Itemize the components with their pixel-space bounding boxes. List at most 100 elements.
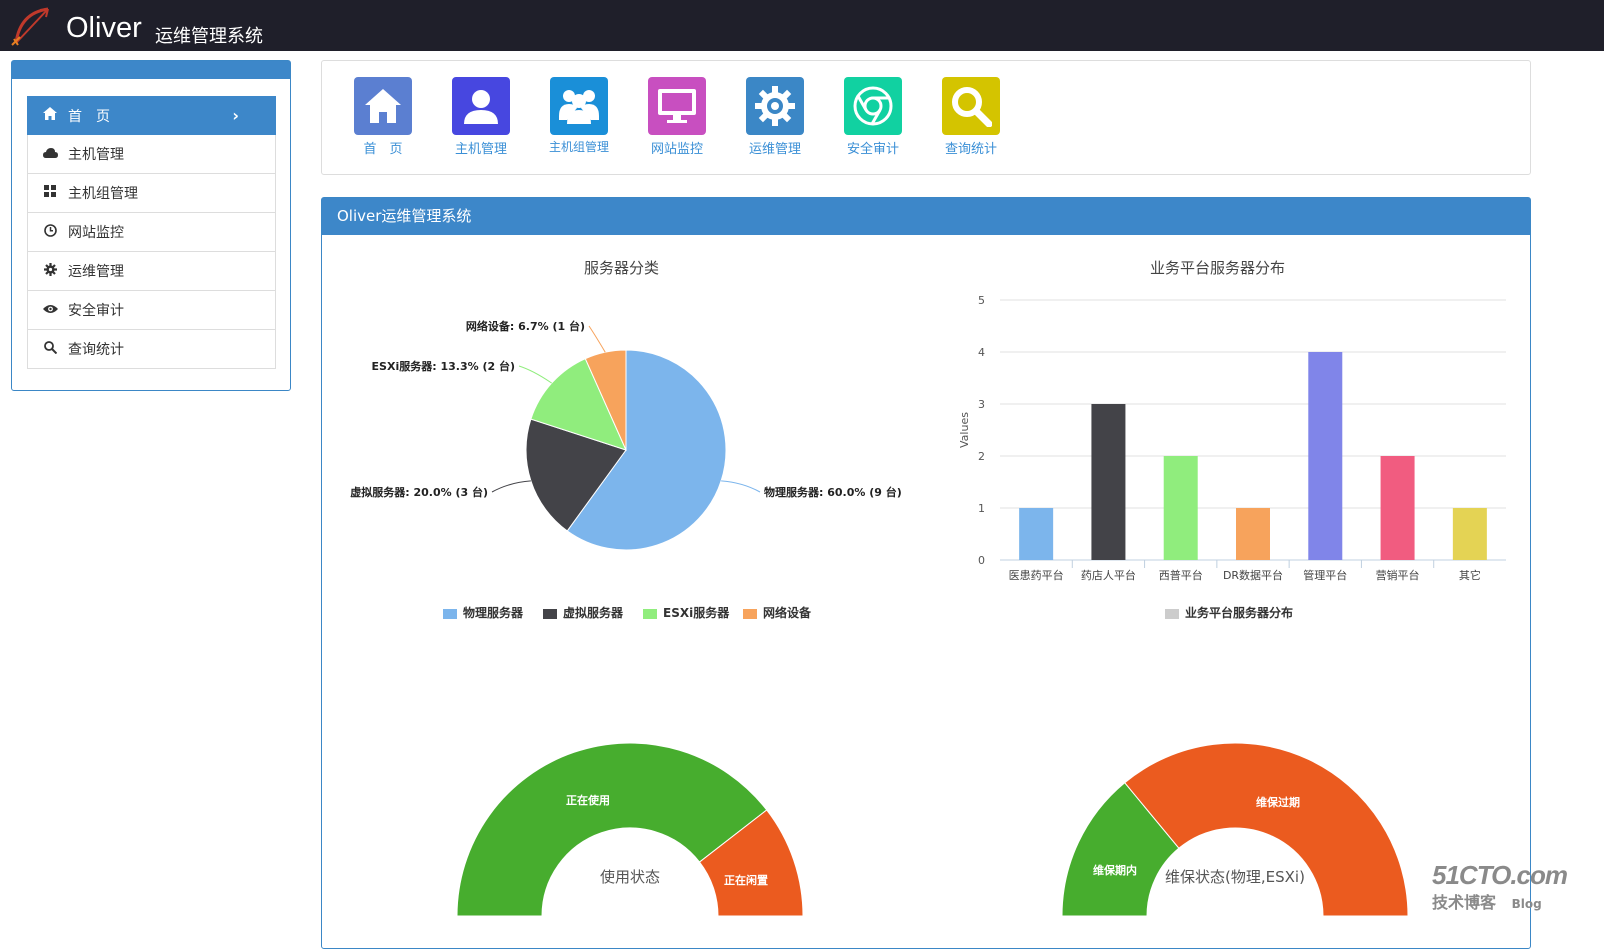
- bar: [1163, 456, 1198, 560]
- sidebar-item-label: 主机组管理: [68, 186, 138, 202]
- legend-swatch: [443, 608, 457, 619]
- y-tick-label: 2: [978, 450, 985, 463]
- pie-chart-title: 服务器分类: [584, 259, 660, 277]
- x-tick-label: 其它: [1459, 568, 1481, 582]
- search-icon: [42, 340, 58, 358]
- sidebar-item-label: 首 页: [68, 108, 110, 125]
- sidebar-item-label: 主机管理: [68, 147, 124, 163]
- grid-icon: [42, 185, 58, 201]
- bar: [1308, 352, 1343, 560]
- quick-item-host-group[interactable]: 主机组管理: [539, 77, 619, 155]
- sidebar-item-label: 安全审计: [68, 303, 124, 319]
- quick-item-label: 安全审计: [846, 142, 899, 157]
- legend-swatch: [643, 608, 657, 619]
- sidebar: 首 页 › 主机管理 主机组管理 网站监控 运维管理 安全审计 查询统计: [11, 60, 291, 391]
- chevron-right-icon: ›: [232, 106, 239, 125]
- eye-icon: [42, 303, 58, 318]
- sidebar-item-label: 查询统计: [68, 342, 124, 358]
- watermark-logo-text: 51CTO.com: [1432, 860, 1568, 890]
- sidebar-item-host-management[interactable]: 主机管理: [27, 135, 276, 174]
- quick-item-label: 查询统计: [944, 142, 997, 157]
- y-tick-label: 3: [978, 398, 985, 411]
- donut-label: 维保期内: [1093, 863, 1137, 877]
- sidebar-item-query-stats[interactable]: 查询统计: [27, 330, 276, 369]
- x-tick-label: 西普平台: [1159, 568, 1203, 582]
- home-icon: [42, 107, 58, 124]
- quick-item-home[interactable]: 首 页: [343, 77, 423, 157]
- pie-legend-item[interactable]: 虚拟服务器: [543, 604, 623, 621]
- quick-item-label: 运维管理: [748, 142, 801, 157]
- donut-segment: [1124, 742, 1409, 917]
- bar: [1452, 508, 1487, 560]
- y-axis-label: Values: [958, 412, 971, 448]
- sidebar-item-site-monitor[interactable]: 网站监控: [27, 213, 276, 252]
- donut-label: 正在闲置: [724, 873, 768, 887]
- pie-legend-item[interactable]: 物理服务器: [443, 604, 523, 621]
- gear-icon: [746, 77, 804, 135]
- x-tick-label: 医患药平台: [1009, 568, 1064, 582]
- sidebar-item-ops-management[interactable]: 运维管理: [27, 252, 276, 291]
- quick-item-host-management[interactable]: 主机管理: [441, 77, 521, 157]
- platform-distribution-bar-chart: 0 1 2 3 4 5 Values 医患药平台 药店人平台 西普平台 DR数据平台 管理平台 营销平台…: [958, 294, 1506, 582]
- donut-title: 使用状态: [600, 868, 660, 886]
- bar: [1019, 508, 1054, 560]
- warranty-status-donut: 维保状态(物理,ESXi) 维保期内 维保过期: [1061, 742, 1409, 917]
- pie-legend-item[interactable]: ESXi服务器: [643, 604, 729, 621]
- pie-connector: [491, 480, 531, 493]
- sidebar-item-host-group[interactable]: 主机组管理: [27, 174, 276, 213]
- brand-name[interactable]: Oliver: [66, 12, 142, 45]
- watermark-blog-label: 技术博客: [1432, 893, 1497, 912]
- sidebar-item-home[interactable]: 首 页 ›: [27, 96, 276, 135]
- quick-item-ops-management[interactable]: 运维管理: [735, 77, 815, 157]
- quick-item-label: 主机组管理: [548, 140, 609, 154]
- x-tick-label: DR数据平台: [1223, 568, 1283, 582]
- sidebar-header: [12, 61, 290, 79]
- pie-data-label: 网络设备: 6.7% (1 台): [466, 319, 585, 333]
- quick-item-site-monitor[interactable]: 网站监控: [637, 77, 717, 157]
- legend-swatch: [743, 608, 757, 619]
- user-icon: [452, 77, 510, 135]
- sidebar-item-label: 网站监控: [68, 225, 124, 241]
- sidebar-item-security-audit[interactable]: 安全审计: [27, 291, 276, 330]
- watermark: 51CTO.com 技术博客 Blog: [1432, 860, 1568, 913]
- quick-item-label: 网站监控: [650, 142, 703, 157]
- y-tick-label: 5: [978, 294, 985, 307]
- top-navbar: Oliver 运维管理系统: [0, 0, 1604, 51]
- pie-data-label: ESXi服务器: 13.3% (2 台): [372, 359, 515, 373]
- gear-icon: [42, 262, 58, 280]
- y-tick-label: 4: [978, 346, 985, 359]
- quick-launch-bar: 首 页 主机管理 主机组管理 网站监控 运维管理 安全审计 查询统计: [321, 60, 1531, 175]
- pie-data-label: 虚拟服务器: 20.0% (3 台): [350, 485, 488, 499]
- bar-chart-title: 业务平台服务器分布: [1150, 259, 1286, 277]
- pie-legend-label: 物理服务器: [463, 606, 524, 620]
- chrome-icon: [844, 77, 902, 135]
- pie-connector: [721, 480, 761, 493]
- y-tick-label: 1: [978, 502, 985, 515]
- clock-icon: [42, 223, 58, 241]
- quick-item-label: 首 页: [363, 142, 403, 157]
- donut-label: 正在使用: [566, 793, 610, 807]
- quick-item-label: 主机管理: [454, 142, 507, 157]
- pie-legend-item[interactable]: 网络设备: [743, 604, 811, 621]
- cloud-icon: [42, 147, 58, 162]
- quick-item-security-audit[interactable]: 安全审计: [833, 77, 913, 157]
- watermark-blog-en: Blog: [1511, 897, 1542, 911]
- sidebar-menu: 首 页 › 主机管理 主机组管理 网站监控 运维管理 安全审计 查询统计: [27, 96, 276, 369]
- bar-legend-item[interactable]: 业务平台服务器分布: [1165, 604, 1293, 621]
- users-icon: [550, 77, 608, 135]
- legend-swatch: [543, 608, 557, 619]
- quick-item-query-stats[interactable]: 查询统计: [931, 77, 1011, 157]
- usage-status-donut: 使用状态 正在使用正在闲置: [456, 742, 804, 917]
- pie-connector: [588, 325, 606, 353]
- pie-legend-label: 网络设备: [763, 606, 812, 620]
- x-tick-label: 药店人平台: [1081, 568, 1136, 582]
- x-tick-label: 营销平台: [1376, 568, 1420, 582]
- panel-title: Oliver运维管理系统: [322, 198, 1530, 235]
- y-tick-label: 0: [978, 554, 985, 567]
- brand-subtitle: 运维管理系统: [155, 26, 263, 47]
- pie-data-label: 物理服务器: 60.0% (9 台): [764, 485, 902, 499]
- pie-legend-label: 虚拟服务器: [563, 606, 624, 620]
- bow-arrow-logo-icon: [11, 7, 49, 46]
- server-category-pie-chart: 物理服务器: 60.0% (9 台) 虚拟服务器: 20.0% (3 台) ESXi…: [350, 319, 902, 551]
- bar: [1236, 508, 1270, 560]
